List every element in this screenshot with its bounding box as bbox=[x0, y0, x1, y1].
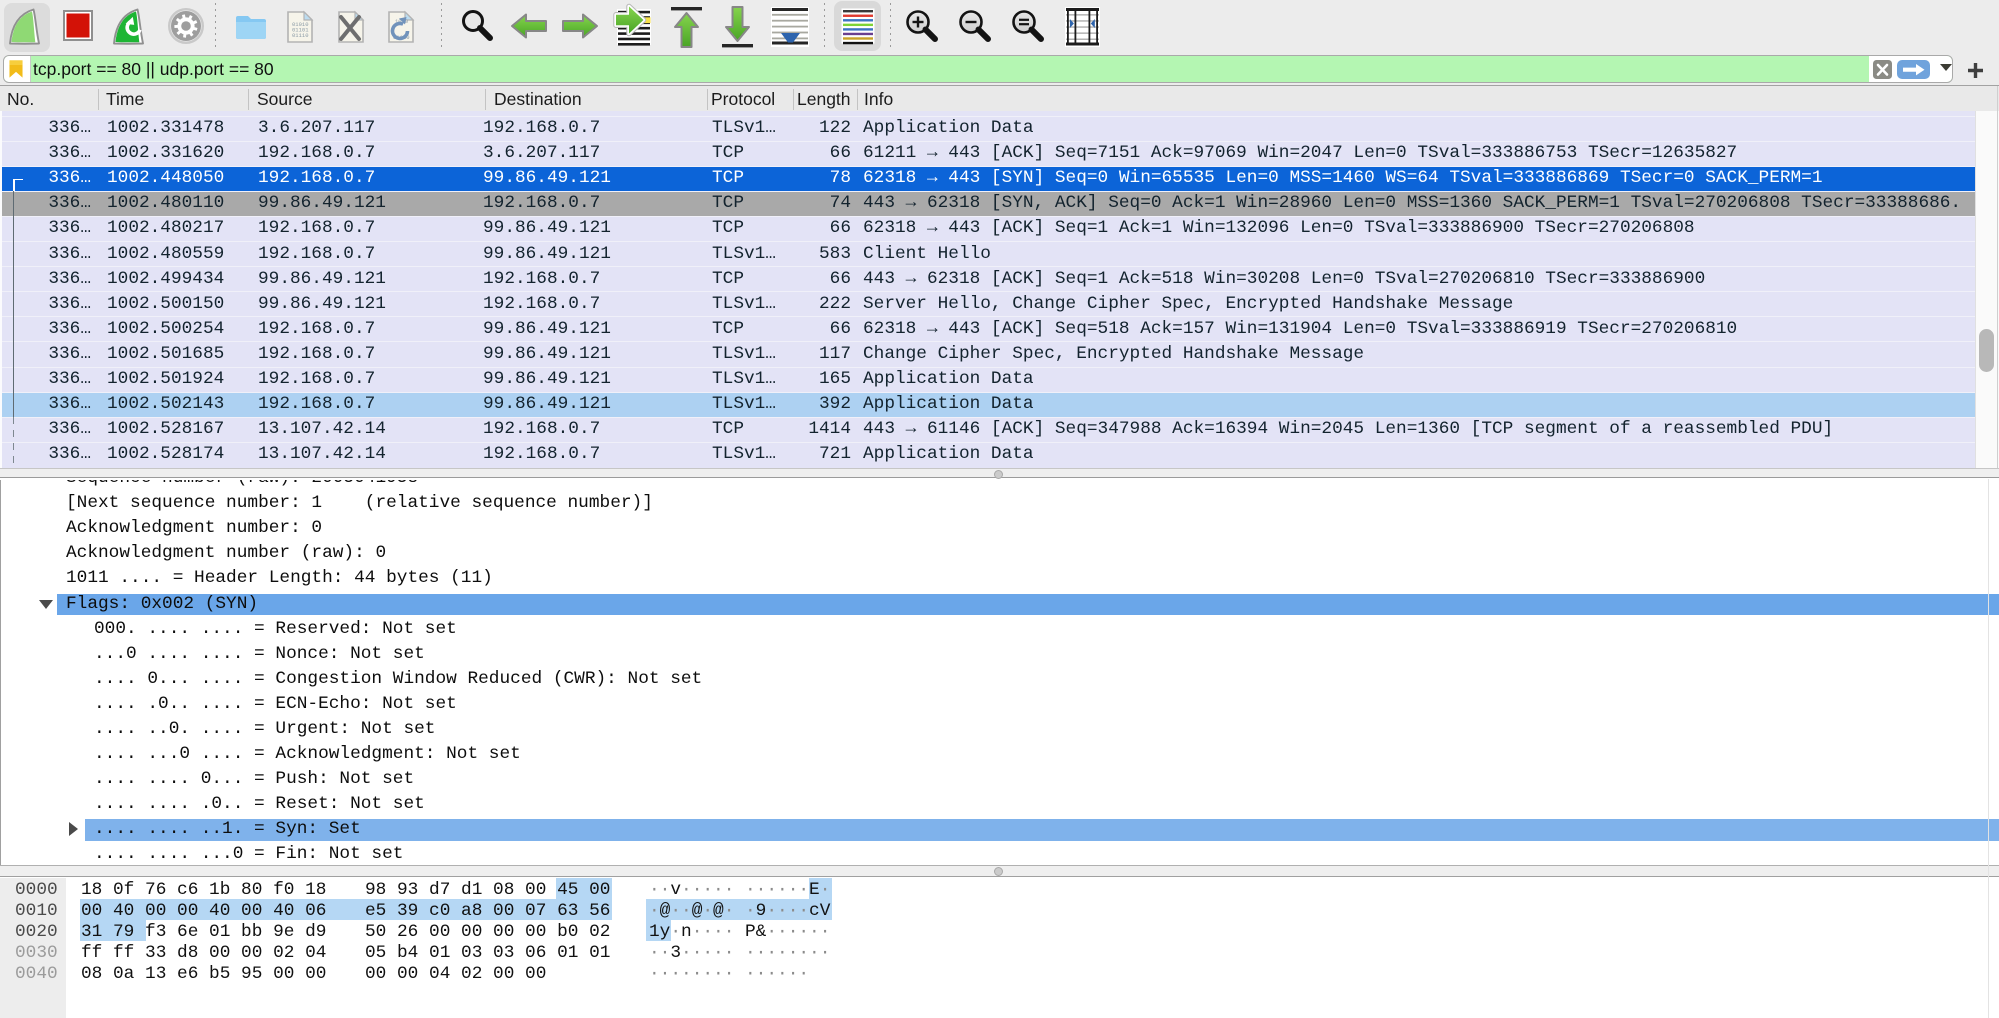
svg-text:01110: 01110 bbox=[292, 32, 309, 39]
